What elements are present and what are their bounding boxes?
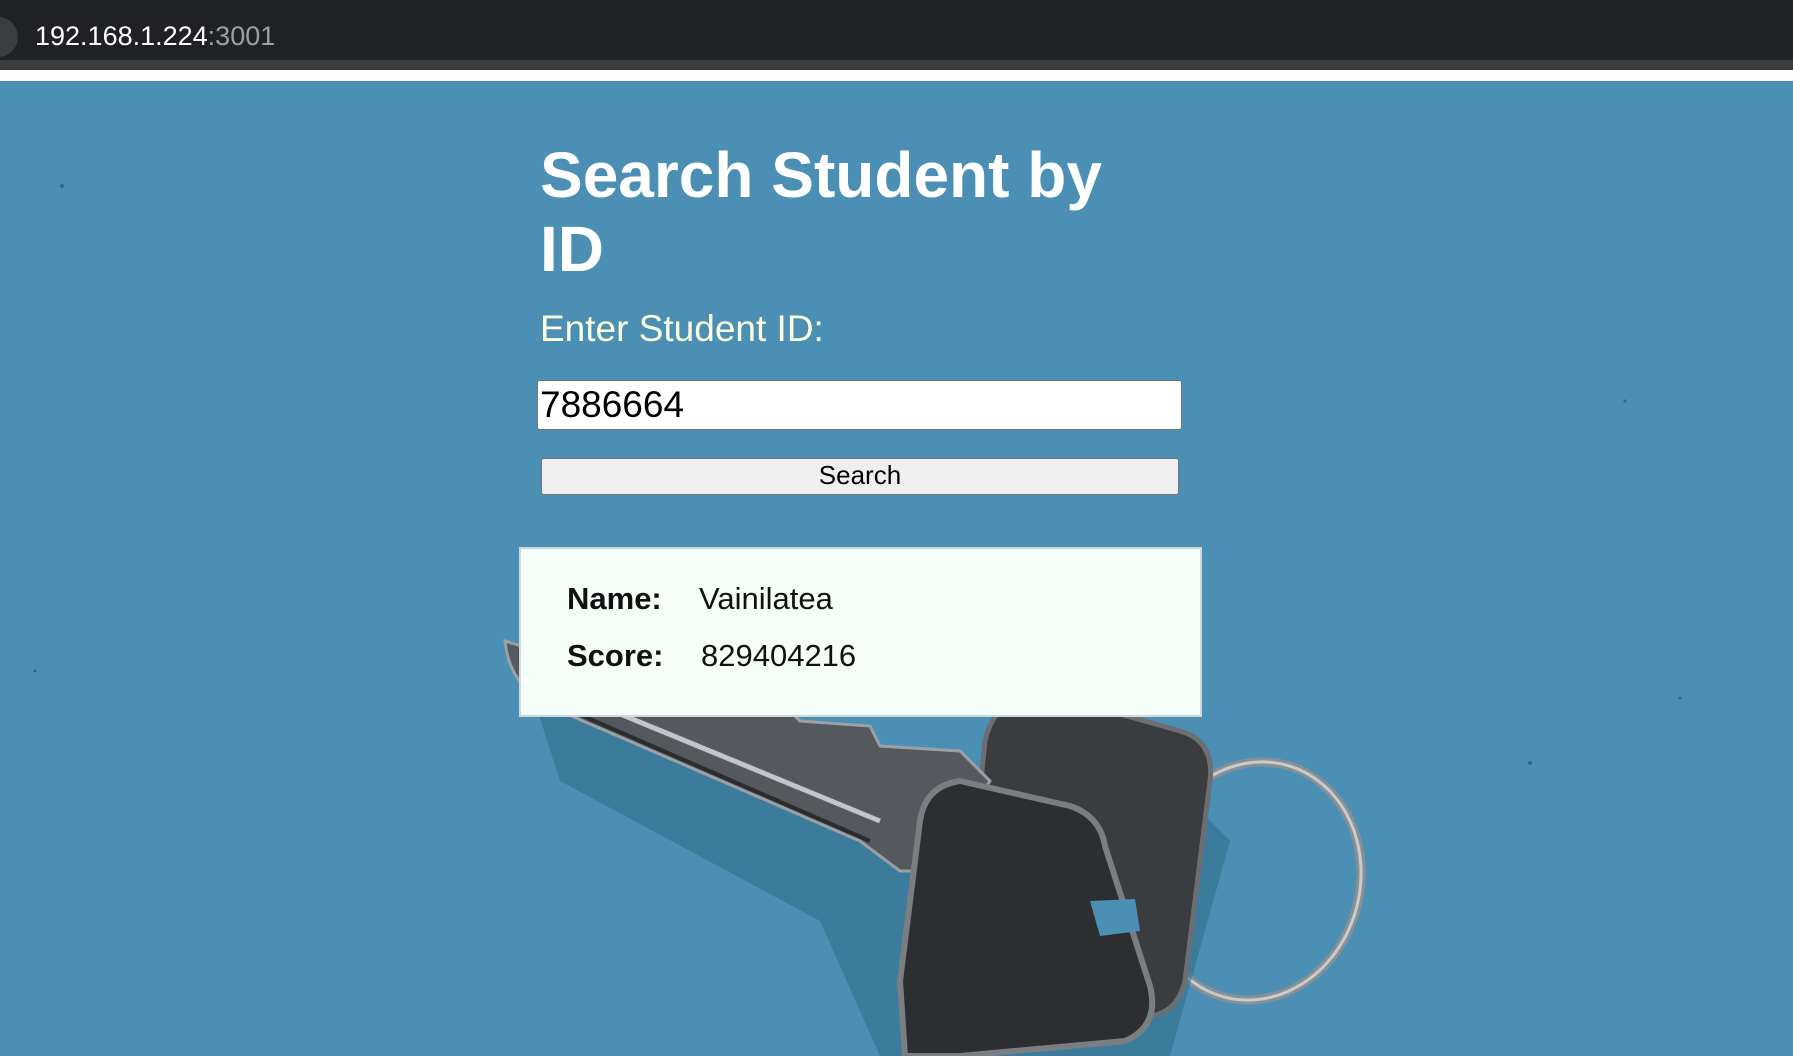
student-id-input[interactable]: 7886664 — [537, 380, 1182, 430]
student-result-card: Name: Vainilatea Score: 829404216 — [519, 547, 1202, 717]
url-field[interactable]: 192.168.1.224:3001 — [35, 18, 275, 54]
site-info-icon[interactable] — [0, 17, 18, 57]
url-port: :3001 — [207, 21, 276, 51]
page-body: Search Student by ID Enter Student ID: 7… — [0, 81, 1793, 1056]
search-button[interactable]: Search — [541, 458, 1179, 495]
url-host: 192.168.1.224 — [35, 21, 208, 51]
browser-address-bar: 192.168.1.224:3001 — [0, 0, 1793, 70]
student-id-label: Enter Student ID: — [540, 308, 824, 349]
name-value: Vainilatea — [699, 581, 833, 616]
result-score-row: Score: 829404216 — [567, 636, 856, 676]
page-title: Search Student by ID — [540, 139, 1102, 285]
name-label: Name: — [567, 581, 662, 616]
result-name-row: Name: Vainilatea — [567, 579, 833, 619]
score-label: Score: — [567, 638, 664, 673]
score-value: 829404216 — [701, 638, 857, 673]
